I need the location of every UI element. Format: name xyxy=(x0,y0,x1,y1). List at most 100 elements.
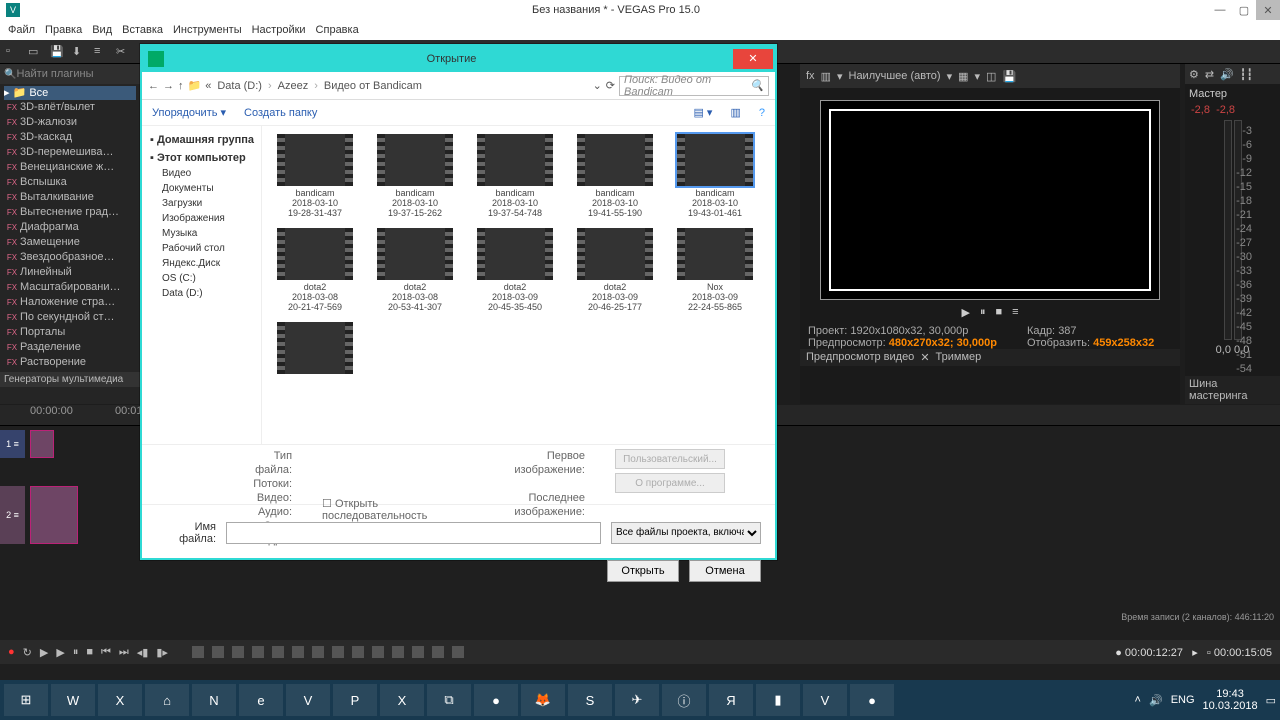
file-thumb[interactable]: bandicam2018-03-1019-37-15-262 xyxy=(370,134,460,218)
taskbar-app[interactable]: W xyxy=(51,684,95,716)
file-thumb[interactable]: bandicam2018-03-1019-41-55-190 xyxy=(570,134,660,218)
fx-item[interactable]: FXВенецианские ж… xyxy=(4,160,136,175)
taskbar[interactable]: ⊞WX⌂NeVPX⧉●🦊S✈ⓘЯ▮V● ˄ 🔊 ENG 19:43 10.03.… xyxy=(0,680,1280,720)
overlay-icon[interactable]: ◫ xyxy=(986,70,996,83)
sidebar-item[interactable]: Data (D:) xyxy=(146,286,257,301)
refresh-icon[interactable]: ⟳ xyxy=(606,79,615,92)
tab-trimmer[interactable]: Триммер xyxy=(936,351,982,364)
clip-1[interactable] xyxy=(30,430,54,458)
region-icon[interactable] xyxy=(372,646,384,658)
speaker-icon[interactable]: 🔊 xyxy=(1220,68,1234,81)
track-header-2[interactable]: 2 ≡ xyxy=(0,486,25,544)
go-start-icon[interactable]: ⏮ xyxy=(101,646,111,659)
taskbar-app[interactable]: ● xyxy=(474,684,518,716)
loop-icon[interactable]: ≡ xyxy=(1012,306,1018,319)
taskbar-app[interactable]: V xyxy=(286,684,330,716)
file-thumb[interactable]: bandicam2018-03-1019-43-01-461 xyxy=(670,134,760,218)
save-icon[interactable]: 💾 xyxy=(50,45,64,59)
fx-item[interactable]: FXВспышка xyxy=(4,175,136,190)
taskbar-app[interactable]: ⧉ xyxy=(427,684,471,716)
sidebar-item[interactable]: Загрузки xyxy=(146,196,257,211)
sidebar-item[interactable]: Изображения xyxy=(146,211,257,226)
fx-item[interactable]: FXПо секундной ст… xyxy=(4,310,136,325)
filename-input[interactable] xyxy=(226,522,601,544)
snap-icon[interactable] xyxy=(272,646,284,658)
menu-insert[interactable]: Вставка xyxy=(122,24,163,36)
fx-item[interactable]: FXВытеснение град… xyxy=(4,205,136,220)
step-back-icon[interactable]: ◂▮ xyxy=(137,646,149,659)
fx-item[interactable]: FXРазделение xyxy=(4,340,136,355)
pause-icon2[interactable]: ⏸ xyxy=(73,646,79,659)
organize-menu[interactable]: Упорядочить ▾ xyxy=(152,106,226,119)
fx-root[interactable]: ▸ 📁 Все xyxy=(4,86,136,100)
stop-icon[interactable]: ■ xyxy=(995,306,1002,319)
fx-item[interactable]: FXНаложение стра… xyxy=(4,295,136,310)
menu-view[interactable]: Вид xyxy=(92,24,112,36)
window-close[interactable]: ✕ xyxy=(1256,0,1280,20)
taskbar-app[interactable]: 🦊 xyxy=(521,684,565,716)
fx-item[interactable]: FXЗвездообразное… xyxy=(4,250,136,265)
autocross-icon[interactable] xyxy=(432,646,444,658)
file-filter-select[interactable]: Все файлы проекта, включая xyxy=(611,522,761,544)
stop-icon2[interactable]: ■ xyxy=(86,646,93,658)
snapshot-icon[interactable]: 💾 xyxy=(1002,70,1016,83)
crossfade-icon[interactable] xyxy=(412,646,424,658)
fx-item[interactable]: FX3D-влёт/вылет xyxy=(4,100,136,115)
preview-quality[interactable]: Наилучшее (авто) xyxy=(849,70,941,82)
clip-2[interactable] xyxy=(30,486,78,544)
file-thumb[interactable]: dota22018-03-0820-21-47-569 xyxy=(270,228,360,312)
ripple-icon[interactable] xyxy=(312,646,324,658)
fx-item[interactable]: FXДиафрагма xyxy=(4,220,136,235)
file-thumb[interactable]: bandicam2018-03-1019-28-31-437 xyxy=(270,134,360,218)
sidebar-group[interactable]: ▪ Домашняя группа xyxy=(146,130,257,148)
taskbar-app[interactable]: e xyxy=(239,684,283,716)
tray-lang[interactable]: ENG xyxy=(1171,694,1195,706)
sidebar-item[interactable]: Документы xyxy=(146,181,257,196)
file-list[interactable]: bandicam2018-03-1019-28-31-437bandicam20… xyxy=(262,126,775,444)
pause-icon[interactable]: ⏸ xyxy=(980,306,986,319)
track-header-1[interactable]: 1 ≡ xyxy=(0,430,25,458)
tool-normal[interactable] xyxy=(192,646,204,658)
fx-item[interactable]: FXМасштабировани… xyxy=(4,280,136,295)
quantize-icon[interactable] xyxy=(292,646,304,658)
sidebar-item[interactable]: Видео xyxy=(146,166,257,181)
taskbar-app[interactable]: N xyxy=(192,684,236,716)
menu-file[interactable]: Файл xyxy=(8,24,35,36)
tool-zoom[interactable] xyxy=(212,646,224,658)
sidebar-item[interactable]: Рабочий стол xyxy=(146,241,257,256)
mixer-icon[interactable]: ┇┇ xyxy=(1240,68,1253,81)
fx-item[interactable]: FXРастворение xyxy=(4,355,136,370)
new-icon[interactable]: ▫ xyxy=(6,45,20,59)
cancel-button[interactable]: Отмена xyxy=(689,560,761,582)
preview-split-icon[interactable]: ▥ xyxy=(821,70,831,83)
play-icon2[interactable]: ▶ xyxy=(56,646,64,659)
nav-fwd-icon[interactable]: → xyxy=(163,80,174,92)
notifications-icon[interactable]: ▭ xyxy=(1266,694,1276,707)
taskbar-app[interactable]: ● xyxy=(850,684,894,716)
breadcrumb[interactable]: « Data (D:)› Azeez› Видео от Bandicam ⌄ xyxy=(205,79,602,92)
meter-toggle-icon[interactable]: ⇄ xyxy=(1205,68,1214,81)
gear-icon[interactable]: ⚙ xyxy=(1189,68,1199,81)
open-button[interactable]: Открыть xyxy=(607,560,679,582)
file-thumb[interactable]: bandicam2018-03-1019-37-54-748 xyxy=(470,134,560,218)
preview-fx-icon[interactable]: fx xyxy=(806,70,815,82)
tray-time[interactable]: 19:43 xyxy=(1203,688,1258,700)
taskbar-app[interactable]: S xyxy=(568,684,612,716)
taskbar-app[interactable]: ✈ xyxy=(615,684,659,716)
go-end-icon[interactable]: ⏭ xyxy=(119,646,129,659)
tray-date[interactable]: 10.03.2018 xyxy=(1203,700,1258,712)
taskbar-app[interactable]: P xyxy=(333,684,377,716)
dialog-sidebar[interactable]: ▪ Домашняя группа▪ Этот компьютерВидеоДо… xyxy=(142,126,262,444)
taskbar-app[interactable]: ⓘ xyxy=(662,684,706,716)
tool-envelope[interactable] xyxy=(252,646,264,658)
fx-item[interactable]: FXПорталы xyxy=(4,325,136,340)
play-icon[interactable]: ▶ xyxy=(961,306,969,319)
taskbar-app[interactable]: X xyxy=(98,684,142,716)
sidebar-item[interactable]: Яндекс.Диск xyxy=(146,256,257,271)
plugin-search[interactable]: 🔍 Найти плагины xyxy=(0,64,140,84)
menu-edit[interactable]: Правка xyxy=(45,24,82,36)
fx-item[interactable]: FXВыталкивание xyxy=(4,190,136,205)
file-thumb[interactable] xyxy=(270,322,360,376)
fx-item[interactable]: FXЛинейный xyxy=(4,265,136,280)
open-icon[interactable]: ▭ xyxy=(28,45,42,59)
